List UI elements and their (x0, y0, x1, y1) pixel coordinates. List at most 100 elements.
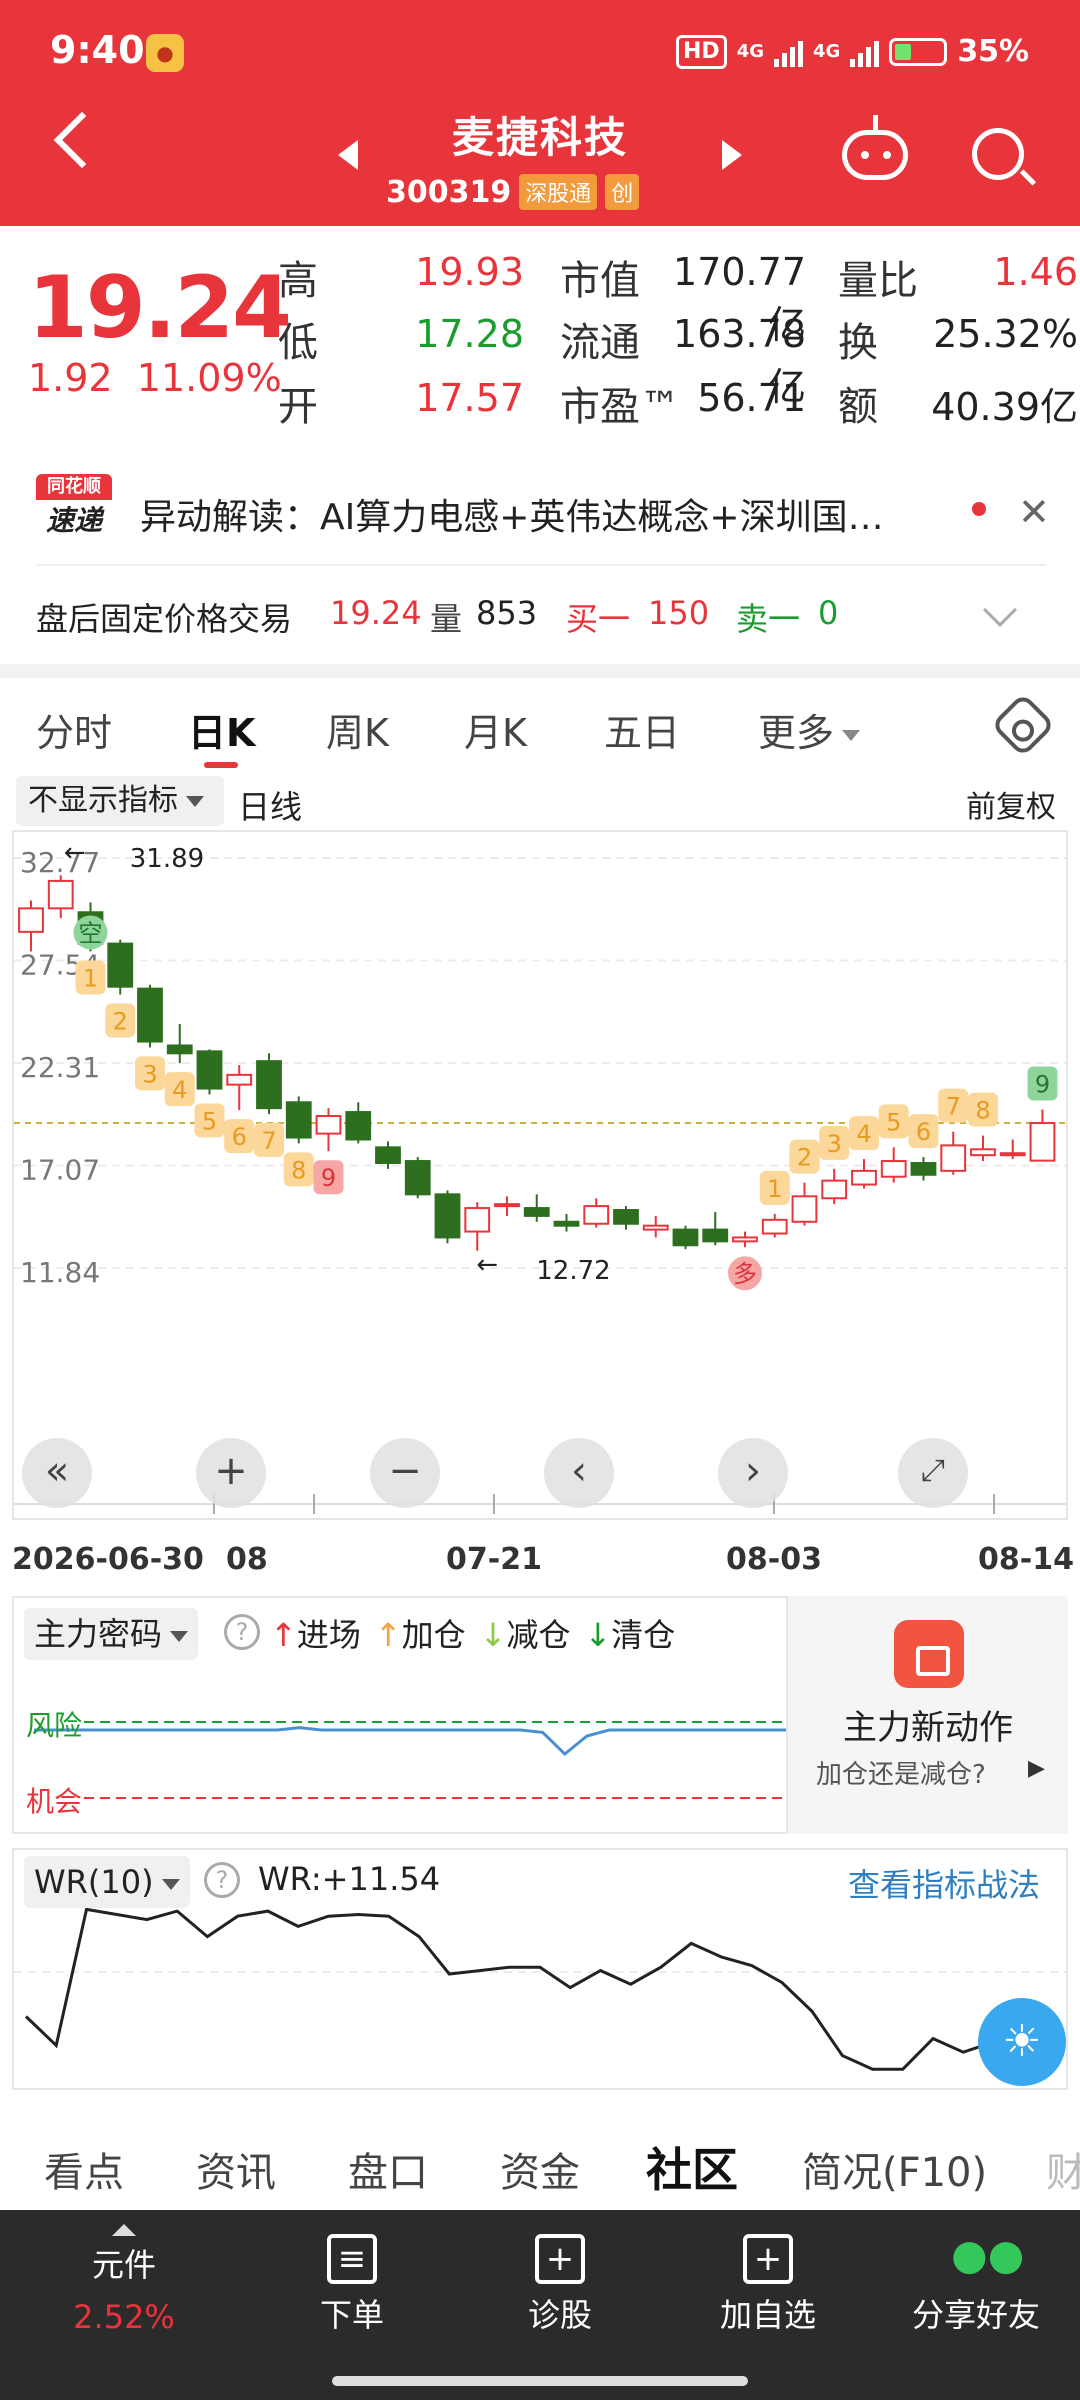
x-label-0814: 08-14 (978, 1542, 1074, 1577)
last-price: 19.24 (28, 258, 292, 358)
caret-down-icon (186, 796, 204, 807)
signal-icon (774, 37, 803, 67)
tab-weekly-k[interactable]: 周K (326, 702, 389, 757)
candle (375, 1146, 401, 1165)
zoom-in-icon[interactable]: + (196, 1438, 266, 1508)
btab-finance[interactable]: 财 (1046, 2140, 1080, 2198)
y-tick-label: 22.31 (20, 1051, 100, 1084)
label-high: 高 (278, 258, 318, 304)
wr-select[interactable]: WR(10) (24, 1856, 190, 1908)
legend-enter: ↑进场 (270, 1610, 361, 1656)
kline-chart[interactable]: 32.7727.5422.3117.0711.84空123456 78 9多12 3 4… (14, 832, 1066, 1518)
risk-line (34, 1726, 786, 1757)
y-tick-label: 11.84 (20, 1256, 100, 1289)
x-label-0721: 07-21 (446, 1542, 542, 1577)
wr-strategy-link[interactable]: 查看指标战法 (848, 1860, 1040, 1906)
signal-marker-label: 2 (797, 1144, 812, 1172)
sector-label: 元件 (91, 2246, 156, 2284)
candle (464, 1207, 491, 1233)
x-label-08: 08 (226, 1542, 268, 1577)
btab-profile[interactable]: 简况(F10) (802, 2140, 987, 2198)
wr-line (24, 1907, 1055, 2071)
bottom-action-bar: 元件 2.52% ≡ 下单 + 诊股 + 加自选 ●● 分享好友 (0, 2210, 1080, 2400)
fullscreen-icon[interactable]: ⤢ (898, 1438, 968, 1508)
robot-assistant-icon[interactable] (842, 115, 908, 180)
next-stock-icon[interactable] (722, 140, 742, 170)
arrow-up-orange-icon: ↑ (374, 1616, 402, 1654)
tab-more[interactable]: 更多 (758, 702, 861, 757)
add-watchlist-icon: + (743, 2234, 793, 2284)
close-icon[interactable]: ✕ (1018, 490, 1050, 534)
section-gap (0, 664, 1080, 678)
alert-headline[interactable]: 异动解读：AI算力电感+英伟达概念+深圳国… (140, 488, 884, 540)
candle (672, 1228, 699, 1247)
signal-marker-label: 1 (83, 964, 98, 992)
tab-intraday[interactable]: 分时 (36, 702, 112, 757)
adjust-label[interactable]: 前复权 (966, 782, 1056, 826)
zoom-out-icon[interactable]: − (370, 1438, 440, 1508)
candle (47, 879, 74, 910)
risk-label: 风险 (26, 1709, 83, 1742)
btab-news[interactable]: 资讯 (196, 2140, 276, 2198)
candle (702, 1228, 729, 1243)
indicator-select[interactable]: 不显示指标 (16, 776, 224, 826)
candle (553, 1220, 580, 1227)
tab-daily-k[interactable]: 日K (188, 702, 255, 757)
order-label: 下单 (319, 2296, 384, 2334)
after-hours-label: 盘后固定价格交易 (36, 600, 293, 638)
sell1-value: 0 (818, 594, 839, 632)
diagnose-button[interactable]: + 诊股 (452, 2210, 668, 2336)
change-pct: 11.09% (136, 356, 282, 400)
share-button[interactable]: ●● 分享好友 (868, 2210, 1080, 2336)
tag-chuangye: 创 (605, 174, 640, 210)
zhuli-new-action-card[interactable]: 主力新动作 加仓还是减仓? ▶ (788, 1596, 1068, 1834)
stock-name: 麦捷科技 (451, 113, 628, 162)
signal-marker-label: 6 (232, 1123, 247, 1151)
btab-orderbook[interactable]: 盘口 (348, 2140, 428, 2198)
order-button[interactable]: ≡ 下单 (244, 2210, 460, 2336)
sector-button[interactable]: 元件 2.52% (16, 2210, 232, 2336)
x-label-0803: 08-03 (726, 1542, 822, 1577)
tab-monthly-k[interactable]: 月K (464, 702, 527, 757)
legend-clear: ↓清仓 (584, 1610, 675, 1656)
line-type-label: 日线 (238, 788, 303, 826)
price-change: 1.92 11.09% (28, 356, 282, 400)
zhuli-legend: ↑进场 ↑加仓 ↓减仓 ↓清仓 (270, 1610, 675, 1656)
btab-highlights[interactable]: 看点 (44, 2140, 124, 2198)
lock-icon (894, 1620, 964, 1688)
tab-five-day[interactable]: 五日 (604, 702, 680, 757)
zhuli-select[interactable]: 主力密码 (24, 1608, 199, 1660)
candle (285, 1101, 312, 1139)
kline-panel[interactable]: 32.77 27.54 22.31 17.07 11.84 空 1 2 3 4 5 6 7 8 9 多 1 2 3 4… (12, 830, 1068, 1520)
search-icon[interactable] (972, 128, 1024, 180)
btab-funds[interactable]: 资金 (500, 2140, 580, 2198)
signal-marker-label: 2 (113, 1008, 128, 1036)
wr-help-icon[interactable]: ? (204, 1862, 240, 1898)
wr-value: WR:+11.54 (258, 1860, 441, 1898)
signal-marker-label: 1 (767, 1175, 782, 1203)
candle (613, 1209, 639, 1225)
stock-code: 300319 (386, 174, 512, 210)
buy1-value: 150 (648, 594, 710, 632)
btab-community[interactable]: 社区 (646, 2134, 738, 2200)
y-tick-label: 17.07 (20, 1154, 100, 1187)
value-high: 19.93 (415, 250, 524, 294)
signal-marker-label: 空 (78, 919, 102, 947)
lightbulb-icon[interactable]: ☀ (978, 1998, 1066, 2086)
next-icon[interactable]: › (718, 1438, 788, 1508)
sector-pct: 2.52% (73, 2298, 175, 2336)
chart-settings-icon[interactable] (990, 692, 1056, 758)
signal-marker-label: 3 (827, 1130, 842, 1158)
scroll-left-icon[interactable]: « (22, 1438, 92, 1508)
candle (166, 1044, 193, 1055)
signal-icon-2 (850, 37, 880, 67)
after-hours-vol-label: 量 (430, 600, 463, 638)
chevron-down-icon[interactable] (983, 593, 1017, 627)
signal-marker-label: 5 (202, 1107, 217, 1135)
prev-icon[interactable]: ‹ (544, 1438, 614, 1508)
logo-bottom-text: 速递 (45, 504, 102, 537)
help-icon[interactable]: ? (224, 1614, 260, 1650)
add-watchlist-button[interactable]: + 加自选 (660, 2210, 876, 2336)
wr-select-label: WR(10) (34, 1863, 154, 1901)
candle (345, 1111, 372, 1141)
